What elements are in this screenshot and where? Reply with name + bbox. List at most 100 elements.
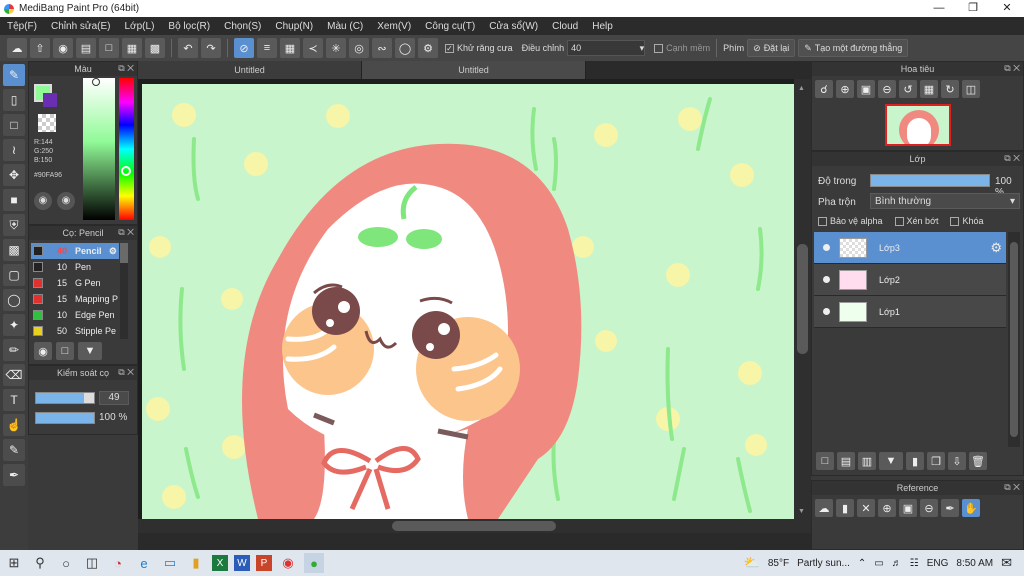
eyedropper-tool-icon[interactable]: ✒ <box>3 464 25 486</box>
blend-mode-select[interactable]: Bình thường ▾ <box>870 193 1020 209</box>
popout-icon[interactable]: ⧉ ✕ <box>118 367 134 378</box>
windows-start-icon[interactable]: ⊞ <box>4 553 24 573</box>
close-icon[interactable]: ✕ <box>990 0 1024 17</box>
zoom-in-icon[interactable]: ⊕ <box>878 499 896 517</box>
text-tool-icon[interactable]: T <box>3 389 25 411</box>
brush-item[interactable]: 15 G Pen <box>31 275 119 291</box>
hue-slider[interactable] <box>119 78 134 220</box>
menu-edit[interactable]: Chỉnh sửa(E) <box>44 21 118 32</box>
snap-parallel-icon[interactable]: ≡ <box>257 38 277 58</box>
edge-browser-icon[interactable]: e <box>134 553 154 573</box>
brush-tool-icon[interactable]: ✎ <box>3 64 25 86</box>
gradient-tool-icon[interactable]: ▩ <box>3 239 25 261</box>
volume-icon[interactable]: ♬ <box>892 558 902 569</box>
grid-page-icon[interactable]: ▦ <box>122 38 142 58</box>
cortana-icon[interactable]: ○ <box>56 553 76 573</box>
clock[interactable]: 8:50 AM <box>956 558 993 569</box>
rect-shape-tool-icon[interactable]: □ <box>3 114 25 136</box>
brush-opacity-slider[interactable] <box>35 412 95 424</box>
eyedropper-icon[interactable]: ✒ <box>941 499 959 517</box>
menu-color[interactable]: Màu (C) <box>320 21 370 32</box>
layer-opacity-slider[interactable] <box>870 174 990 187</box>
brush-size-value[interactable]: 49 <box>99 391 129 405</box>
magic-wand-tool-icon[interactable]: ✦ <box>3 314 25 336</box>
cloud-icon[interactable]: ☁ <box>815 499 833 517</box>
rotate-left-icon[interactable]: ↺ <box>899 80 917 98</box>
bucket-tool-icon[interactable]: ⛨ <box>3 214 25 236</box>
chevron-up-icon[interactable]: ⌃ <box>858 558 866 569</box>
layer-row[interactable]: Lớp2 <box>814 264 1006 296</box>
snap-curve-icon[interactable]: ∾ <box>372 38 392 58</box>
operation-tool-icon[interactable]: ☝ <box>3 414 25 436</box>
brush-new-icon[interactable]: □ <box>56 342 74 360</box>
new-halftone-layer-icon[interactable]: ▤ <box>837 452 855 470</box>
undo-icon[interactable]: ↶ <box>178 38 198 58</box>
folder-icon[interactable]: ▮ <box>906 452 924 470</box>
snap-perspective-icon[interactable]: ≺ <box>303 38 323 58</box>
layer-scrollbar[interactable] <box>1008 232 1020 447</box>
add-layer-menu-icon[interactable]: ▼ <box>879 452 903 470</box>
brush-add-icon[interactable]: ◉ <box>34 342 52 360</box>
flip-icon[interactable]: ◫ <box>962 80 980 98</box>
canvas-viewport[interactable] <box>138 79 794 519</box>
reset-button[interactable]: ⊘ Đặt lại <box>747 39 796 57</box>
select-pen-tool-icon[interactable]: ✏ <box>3 339 25 361</box>
gear-icon[interactable]: ⚙ <box>109 246 117 257</box>
popout-icon[interactable]: ⧉ ✕ <box>118 227 134 238</box>
menu-select[interactable]: Chọn(S) <box>217 21 268 32</box>
notification-icon[interactable]: ✉ <box>1001 555 1012 571</box>
snap-settings-icon[interactable]: ⚙ <box>418 38 438 58</box>
ime-icon[interactable]: ☷ <box>910 558 919 569</box>
layer-row[interactable]: Lớp1 <box>814 296 1006 328</box>
language-indicator[interactable]: ENG <box>927 558 949 569</box>
snap-off-icon[interactable]: ⊘ <box>234 38 254 58</box>
dot-brush-tool-icon[interactable]: ≀ <box>3 139 25 161</box>
navigator-thumbnail[interactable] <box>885 104 951 146</box>
task-view-icon[interactable]: ◫ <box>82 553 102 573</box>
duplicate-layer-icon[interactable]: ❐ <box>927 452 945 470</box>
saturation-value-picker[interactable] <box>83 78 115 220</box>
weather-icon[interactable]: ⛅ <box>744 555 760 571</box>
menu-tools[interactable]: Công cụ(T) <box>418 21 482 32</box>
panel-icon[interactable]: ▤ <box>76 38 96 58</box>
search-icon[interactable]: ⚲ <box>30 553 50 573</box>
zoom-out-icon[interactable]: ⊖ <box>878 80 896 98</box>
minimize-icon[interactable]: — <box>922 0 956 17</box>
snap-grid-icon[interactable]: ▦ <box>280 38 300 58</box>
brush-item[interactable]: 50 Stipple Pe <box>31 323 119 339</box>
redo-icon[interactable]: ↷ <box>201 38 221 58</box>
hand-icon[interactable]: ✋ <box>962 499 980 517</box>
select-eraser-tool-icon[interactable]: ⌫ <box>3 364 25 386</box>
merge-down-icon[interactable]: ⇩ <box>948 452 966 470</box>
menu-snap[interactable]: Chụp(N) <box>268 21 320 32</box>
straight-line-button[interactable]: ✎ Tạo một đường thẳng <box>798 39 909 57</box>
folder-open-icon[interactable]: ▮ <box>836 499 854 517</box>
smooth-checkbox[interactable] <box>654 44 664 54</box>
rotate-right-icon[interactable]: ↻ <box>941 80 959 98</box>
popout-icon[interactable]: ⧉ ✕ <box>1004 482 1020 493</box>
fill-rect-tool-icon[interactable]: ■ <box>3 189 25 211</box>
popout-icon[interactable]: ⧉ ✕ <box>1004 63 1020 74</box>
new-8bit-layer-icon[interactable]: ▥ <box>858 452 876 470</box>
menu-window[interactable]: Cửa sổ(W) <box>482 21 545 32</box>
zoom-fit-icon[interactable]: ☌ <box>815 80 833 98</box>
adjust-select[interactable]: 40 ▾ <box>567 40 646 56</box>
snap-ellipse-icon[interactable]: ◯ <box>395 38 415 58</box>
brush-item[interactable]: 15 Mapping P <box>31 291 119 307</box>
horizontal-scrollbar[interactable] <box>138 519 811 533</box>
file-explorer-icon[interactable]: ▮ <box>186 553 206 573</box>
fit-window-icon[interactable]: ▣ <box>899 499 917 517</box>
new-layer-icon[interactable]: □ <box>816 452 834 470</box>
move-tool-icon[interactable]: ✥ <box>3 164 25 186</box>
eraser-tool-icon[interactable]: ▯ <box>3 89 25 111</box>
monitor-icon[interactable]: ▭ <box>160 553 180 573</box>
lasso-tool-icon[interactable]: ◯ <box>3 289 25 311</box>
visibility-icon[interactable] <box>823 276 830 283</box>
fit-window-icon[interactable]: ▣ <box>857 80 875 98</box>
medibang-taskbar-icon[interactable]: ● <box>304 553 324 573</box>
antialias-checkbox[interactable]: ✓ <box>445 44 454 54</box>
smooth-toggle[interactable]: Cạnh mềm <box>654 43 710 54</box>
document-tab[interactable]: Untitled <box>362 61 586 79</box>
chrome-icon[interactable]: ◉ <box>278 553 298 573</box>
brush-item[interactable]: 10 Edge Pen <box>31 307 119 323</box>
